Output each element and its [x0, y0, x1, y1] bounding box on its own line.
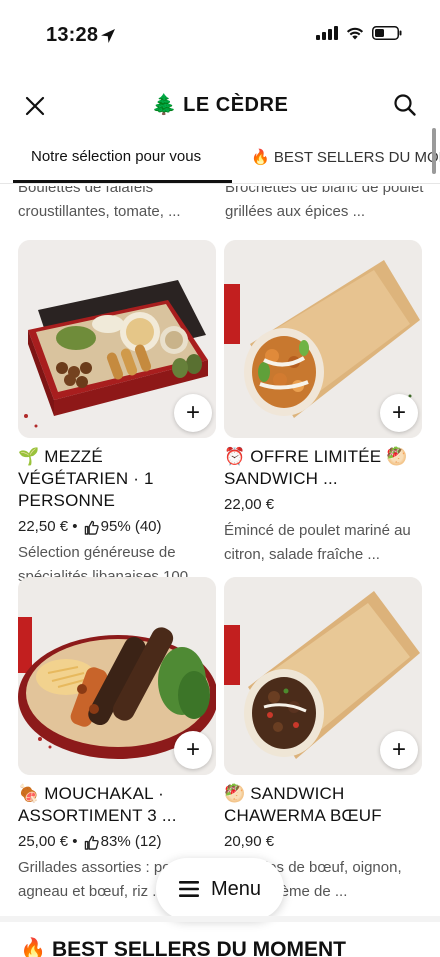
- product-meta: 22,00 €: [224, 495, 422, 515]
- previous-item-description: Brochettes de blanc de poulet grillées a…: [225, 186, 424, 220]
- product-rating: 83% (12): [100, 833, 162, 850]
- product-title: 🌱 MEZZÉ VÉGÉTARIEN · 1 PERSONNE: [18, 447, 154, 510]
- tab-notre-selection[interactable]: Notre sélection pour vous: [31, 148, 201, 165]
- product-meta: 25,00 € • 83% (12): [18, 832, 216, 852]
- search-icon[interactable]: [392, 92, 418, 118]
- signal-icon: [316, 26, 338, 40]
- product-price: 20,90 €: [224, 833, 275, 850]
- product-description: Émincé de poulet mariné au citron, salad…: [224, 522, 411, 563]
- product-card[interactable]: + 🌱 MEZZÉ VÉGÉTARIEN · 1 PERSONNE 22,50 …: [18, 240, 216, 589]
- menu-button[interactable]: Menu: [156, 858, 284, 920]
- add-to-cart-button[interactable]: +: [174, 394, 212, 432]
- product-image[interactable]: +: [18, 577, 216, 775]
- product-image[interactable]: +: [224, 577, 422, 775]
- scrollbar[interactable]: [432, 128, 436, 174]
- wifi-icon: [346, 27, 364, 40]
- previous-item-description: Boulettes de falafels croustillantes, to…: [18, 186, 181, 220]
- menu-button-label: Menu: [210, 877, 262, 900]
- product-rating: 95% (40): [100, 518, 162, 535]
- product-meta: 22,50 € • 95% (40): [18, 517, 216, 537]
- thumbs-up-icon: [84, 520, 99, 535]
- product-image[interactable]: +: [18, 240, 216, 438]
- price-separator: •: [68, 833, 82, 850]
- product-card[interactable]: + ⏰ OFFRE LIMITÉE 🥙 SANDWICH ... 22,00 €…: [224, 240, 422, 567]
- product-title: 🥙 SANDWICH CHAWERMA BŒUF: [224, 784, 382, 825]
- price-separator: •: [68, 518, 82, 535]
- product-title: ⏰ OFFRE LIMITÉE 🥙 SANDWICH ...: [224, 447, 408, 488]
- status-bar: 13:28: [0, 0, 440, 70]
- battery-icon: [372, 26, 402, 40]
- add-to-cart-button[interactable]: +: [174, 731, 212, 769]
- status-indicators: [316, 26, 402, 40]
- add-to-cart-button[interactable]: +: [380, 731, 418, 769]
- product-card[interactable]: + 🍖 MOUCHAKAL · ASSORTIMENT 3 ... 25,00 …: [18, 577, 216, 904]
- tabs-divider: [0, 183, 440, 184]
- tab-best-sellers[interactable]: 🔥 BEST SELLERS DU MOMENT: [251, 148, 440, 166]
- product-price: 22,00 €: [224, 496, 275, 513]
- product-grid: Boulettes de falafels croustillantes, to…: [0, 186, 440, 916]
- product-price: 22,50 €: [18, 518, 69, 535]
- product-card[interactable]: + 🥙 SANDWICH CHAWERMA BŒUF 20,90 € Lamel…: [224, 577, 422, 904]
- store-header: 🌲 LE CÈDRE: [0, 80, 440, 130]
- section-divider: [0, 916, 440, 922]
- product-price: 25,00 €: [18, 833, 69, 850]
- add-to-cart-button[interactable]: +: [380, 394, 418, 432]
- thumbs-up-icon: [84, 835, 99, 850]
- store-title: 🌲 LE CÈDRE: [151, 94, 289, 116]
- hamburger-icon: [178, 881, 199, 897]
- section-title: 🔥 BEST SELLERS DU MOMENT: [20, 938, 346, 957]
- product-image[interactable]: +: [224, 240, 422, 438]
- status-time: 13:28: [46, 24, 99, 46]
- product-meta: 20,90 €: [224, 832, 422, 852]
- location-arrow-icon: [101, 29, 115, 43]
- category-tabs: Notre sélection pour vous 🔥 BEST SELLERS…: [0, 140, 440, 186]
- product-title: 🍖 MOUCHAKAL · ASSORTIMENT 3 ...: [18, 784, 177, 825]
